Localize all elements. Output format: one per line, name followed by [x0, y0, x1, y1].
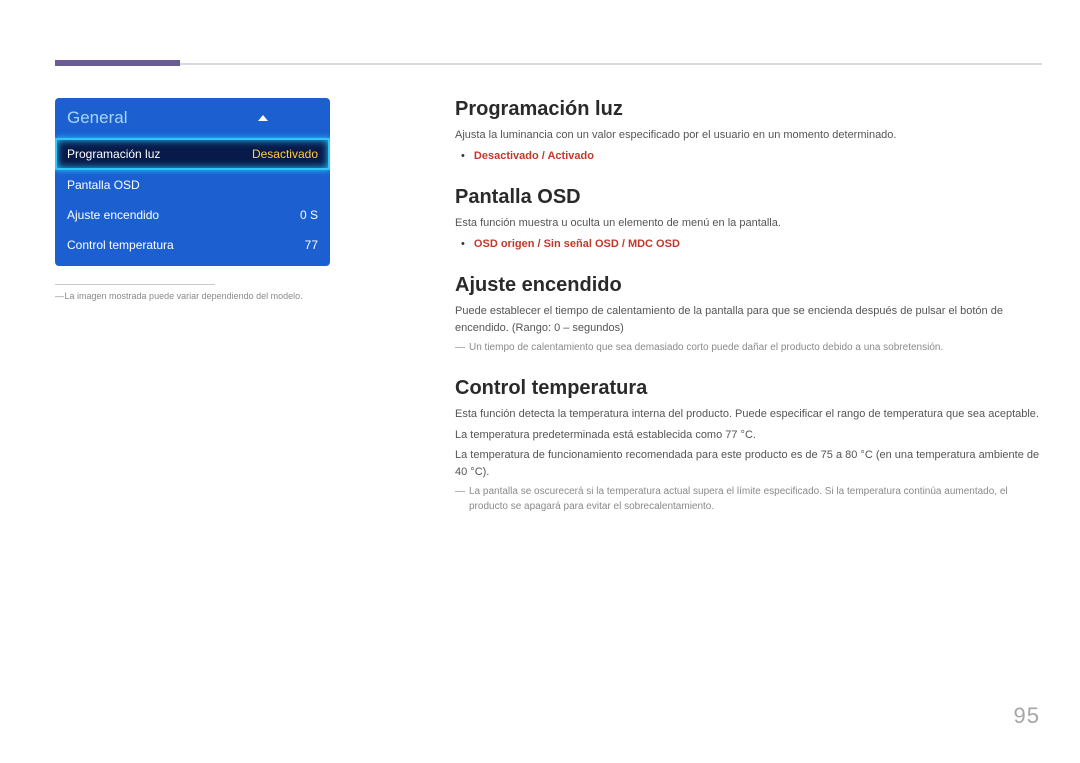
osd-panel: General Programación luz Desactivado Pan… — [55, 98, 330, 266]
osd-panel-title: General — [67, 108, 127, 128]
section-pantalla-osd: Pantalla OSD Esta función muestra u ocul… — [455, 186, 1042, 252]
section-desc: Puede establecer el tiempo de calentamie… — [455, 303, 1042, 336]
section-title: Programación luz — [455, 98, 1042, 121]
osd-panel-title-row: General — [55, 98, 330, 138]
section-programacion-luz: Programación luz Ajusta la luminancia co… — [455, 98, 1042, 164]
section-desc: La temperatura de funcionamiento recomen… — [455, 447, 1042, 480]
section-note: Un tiempo de calentamiento que sea demas… — [455, 340, 1042, 355]
section-desc: Ajusta la luminancia con un valor especi… — [455, 127, 1042, 144]
section-options: Desactivado / Activado — [461, 148, 1042, 165]
section-ajuste-encendido: Ajuste encendido Puede establecer el tie… — [455, 274, 1042, 355]
option-text: Desactivado / Activado — [474, 150, 594, 162]
left-column: General Programación luz Desactivado Pan… — [55, 98, 330, 302]
section-note: La pantalla se oscurecerá si la temperat… — [455, 484, 1042, 514]
osd-row-ajuste-encendido[interactable]: Ajuste encendido 0 S — [55, 200, 330, 230]
osd-row-label: Ajuste encendido — [67, 208, 159, 222]
osd-row-programacion-luz[interactable]: Programación luz Desactivado — [55, 138, 330, 170]
right-column: Programación luz Ajusta la luminancia co… — [455, 98, 1042, 536]
section-options: OSD origen / Sin señal OSD / MDC OSD — [461, 236, 1042, 253]
osd-row-label: Control temperatura — [67, 238, 174, 252]
section-desc: Esta función muestra u oculta un element… — [455, 215, 1042, 232]
osd-row-control-temperatura[interactable]: Control temperatura 77 — [55, 230, 330, 266]
panel-caption: La imagen mostrada puede variar dependie… — [55, 291, 330, 302]
section-title: Ajuste encendido — [455, 274, 1042, 297]
header-divider — [55, 63, 1042, 65]
section-control-temperatura: Control temperatura Esta función detecta… — [455, 377, 1042, 514]
section-title: Pantalla OSD — [455, 186, 1042, 209]
page-number: 95 — [1014, 703, 1040, 729]
section-title: Control temperatura — [455, 377, 1042, 400]
section-desc: La temperatura predeterminada está estab… — [455, 427, 1042, 444]
osd-row-label: Programación luz — [67, 147, 160, 161]
osd-row-value: 0 S — [300, 208, 318, 222]
osd-row-pantalla-osd[interactable]: Pantalla OSD — [55, 170, 330, 200]
osd-row-value: Desactivado — [252, 147, 318, 161]
caption-divider — [55, 284, 215, 285]
section-desc: Esta función detecta la temperatura inte… — [455, 406, 1042, 423]
option-text: OSD origen / Sin señal OSD / MDC OSD — [474, 238, 680, 250]
chevron-up-icon[interactable] — [258, 115, 268, 121]
osd-row-label: Pantalla OSD — [67, 178, 140, 192]
header-accent — [55, 60, 180, 66]
osd-row-value: 77 — [305, 238, 318, 252]
